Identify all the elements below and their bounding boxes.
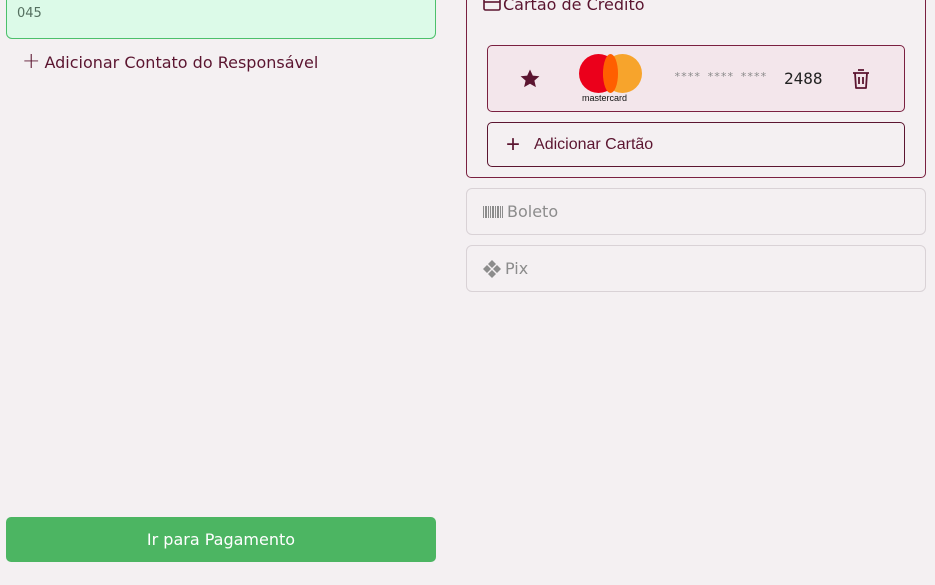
plus-icon: +	[506, 130, 521, 158]
add-contact-label: Adicionar Contato do Responsável	[44, 52, 319, 72]
payment-method-boleto[interactable]: Boleto	[466, 188, 926, 235]
card-last4: 2488	[784, 69, 823, 88]
card-number-masked: **** **** ****	[674, 70, 767, 83]
boleto-label: Boleto	[507, 202, 559, 221]
credit-card-icon	[483, 0, 501, 11]
contact-card-selected[interactable]: ◍ , 045	[6, 0, 436, 39]
go-to-payment-button[interactable]: Ir para Pagamento	[6, 517, 436, 562]
add-contact-link[interactable]: + Adicionar Contato do Responsável	[22, 50, 318, 74]
plus-icon: +	[22, 49, 41, 74]
contact-phone-fragment: 045	[17, 6, 42, 21]
pix-label: Pix	[505, 259, 529, 278]
default-card-star-icon[interactable]	[518, 67, 542, 91]
mastercard-logo: mastercard	[578, 53, 644, 105]
barcode-icon	[483, 205, 503, 218]
credit-card-header[interactable]: Cartão de Crédito	[483, 0, 645, 14]
credit-card-title: Cartão de Crédito	[503, 0, 645, 14]
add-card-label: Adicionar Cartão	[534, 135, 654, 153]
trash-icon[interactable]	[850, 67, 872, 91]
pix-icon	[483, 259, 501, 278]
add-card-button[interactable]: + Adicionar Cartão	[487, 122, 905, 167]
payment-method-pix[interactable]: Pix	[466, 245, 926, 292]
card-brand-label: mastercard	[582, 93, 628, 103]
